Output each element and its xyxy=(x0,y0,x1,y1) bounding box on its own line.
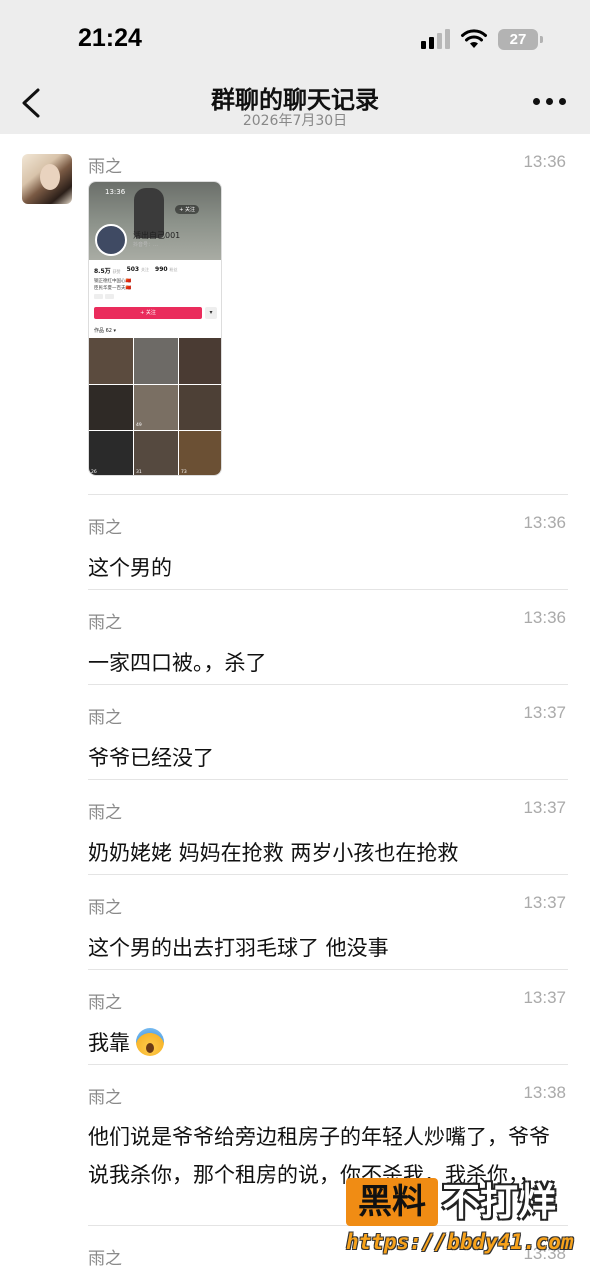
message-item: 雨之 13:37 爷爷已经没了 xyxy=(88,703,568,774)
message-item: 雨之 13:36 xyxy=(88,152,568,177)
sender-name: 雨之 xyxy=(88,898,122,918)
message-text: 这个男的出去打羽毛球了 他没事 xyxy=(88,936,389,960)
video-thumb xyxy=(134,338,178,384)
status-icons: 27 xyxy=(421,28,543,50)
divider xyxy=(88,969,568,970)
sender-name: 雨之 xyxy=(88,1088,122,1108)
message-time: 13:37 xyxy=(523,893,566,912)
sender-name: 雨之 xyxy=(88,157,122,177)
sender-name: 雨之 xyxy=(88,518,122,538)
sender-name: 雨之 xyxy=(88,993,122,1013)
divider xyxy=(88,684,568,685)
divider xyxy=(88,874,568,875)
status-time: 21:24 xyxy=(78,24,142,52)
more-options-icon[interactable] xyxy=(533,98,566,105)
bio-line: 钢正德红中国心🇨🇳 xyxy=(94,279,132,284)
stat-value: 990 xyxy=(155,266,168,273)
message-time: 13:37 xyxy=(523,703,566,722)
video-thumb xyxy=(89,384,133,431)
video-thumb xyxy=(179,384,221,431)
stat-label: 粉丝 xyxy=(169,267,178,272)
video-thumb: 26 xyxy=(89,431,133,475)
shot-profile-stats: 8.5万 获赞 503 关注 990 粉丝 xyxy=(94,266,177,275)
sender-name: 雨之 xyxy=(88,708,122,728)
watermark: 黑料 不打烊 https://bbdy41.com xyxy=(346,1178,574,1258)
divider xyxy=(88,1064,568,1065)
avatar[interactable] xyxy=(22,154,72,204)
message-time: 13:36 xyxy=(523,513,566,532)
video-thumb xyxy=(179,338,221,384)
sender-name: 雨之 xyxy=(88,803,122,823)
message-time: 13:37 xyxy=(523,798,566,817)
message-time: 13:37 xyxy=(523,988,566,1007)
sender-name: 雨之 xyxy=(88,613,122,633)
shot-status-time: 13:36 xyxy=(105,188,126,196)
video-thumb xyxy=(89,338,133,384)
stat-label: 关注 xyxy=(141,267,150,272)
message-text: 我靠 xyxy=(88,1027,568,1059)
shot-follow-button: + 关注 xyxy=(94,307,202,319)
divider xyxy=(88,779,568,780)
shot-video-grid: 49 26 31 73 xyxy=(89,338,221,475)
message-item: 雨之 13:37 这个男的出去打羽毛球了 他没事 xyxy=(88,893,568,964)
message-text: 一家四口被。，杀了 xyxy=(88,651,267,675)
message-time: 13:36 xyxy=(523,608,566,627)
cellular-signal-icon xyxy=(421,29,450,49)
message-time: 13:38 xyxy=(523,1083,566,1102)
top-bar: 21:24 27 群聊的聊天记录 2026年7月30日 xyxy=(0,0,590,134)
video-thumb: 73 xyxy=(179,431,221,475)
shot-profile-tags xyxy=(94,294,114,299)
shot-profile-bio: 钢正德红中国心🇨🇳 臣民华夏一百夫🇨🇳 xyxy=(94,278,131,292)
divider xyxy=(88,589,568,590)
stat-value: 503 xyxy=(126,266,140,273)
message-text-content: 我靠 xyxy=(88,1031,130,1055)
message-item: 雨之 13:37 我靠 xyxy=(88,988,568,1059)
wifi-icon xyxy=(461,29,487,48)
message-text: 奶奶姥姥 妈妈在抢救 两岁小孩也在抢救 xyxy=(88,841,459,865)
shot-profile-id: 抖音号：… xyxy=(133,242,159,248)
shot-works-label: 作品 62 ▾ xyxy=(94,328,117,334)
message-item: 雨之 13:37 奶奶姥姥 妈妈在抢救 两岁小孩也在抢救 xyxy=(88,798,568,869)
page-date: 2026年7月30日 xyxy=(242,113,348,129)
battery-icon: 27 xyxy=(498,28,543,50)
message-text: 这个男的 xyxy=(88,556,172,580)
shot-follow-chip: + 关注 xyxy=(175,205,199,214)
message-item: 雨之 13:36 这个男的 xyxy=(88,513,568,584)
video-thumb: 49 xyxy=(134,384,178,431)
video-thumb: 31 xyxy=(134,431,178,475)
bio-line: 臣民华夏一百夫🇨🇳 xyxy=(94,286,132,291)
face-screaming-in-fear-icon xyxy=(136,1028,164,1056)
watermark-url: https://bbdy41.com xyxy=(346,1230,574,1254)
message-text: 爷爷已经没了 xyxy=(88,746,214,770)
message-time: 13:36 xyxy=(523,152,566,171)
watermark-badge: 黑料 xyxy=(346,1178,438,1226)
shot-profile-name: 活出自己001 xyxy=(133,231,181,240)
shared-image[interactable]: 13:36 + 关注 活出自己001 抖音号：… 8.5万 获赞 503 关注 … xyxy=(88,181,222,476)
divider xyxy=(88,494,568,495)
shot-profile-avatar xyxy=(95,224,127,256)
stat-value: 8.5万 xyxy=(94,268,111,275)
shot-dropdown-icon: ▾ xyxy=(205,307,217,319)
message-item: 雨之 13:36 一家四口被。，杀了 xyxy=(88,608,568,679)
watermark-text: 不打烊 xyxy=(442,1180,557,1224)
stat-label: 获赞 xyxy=(112,269,121,274)
